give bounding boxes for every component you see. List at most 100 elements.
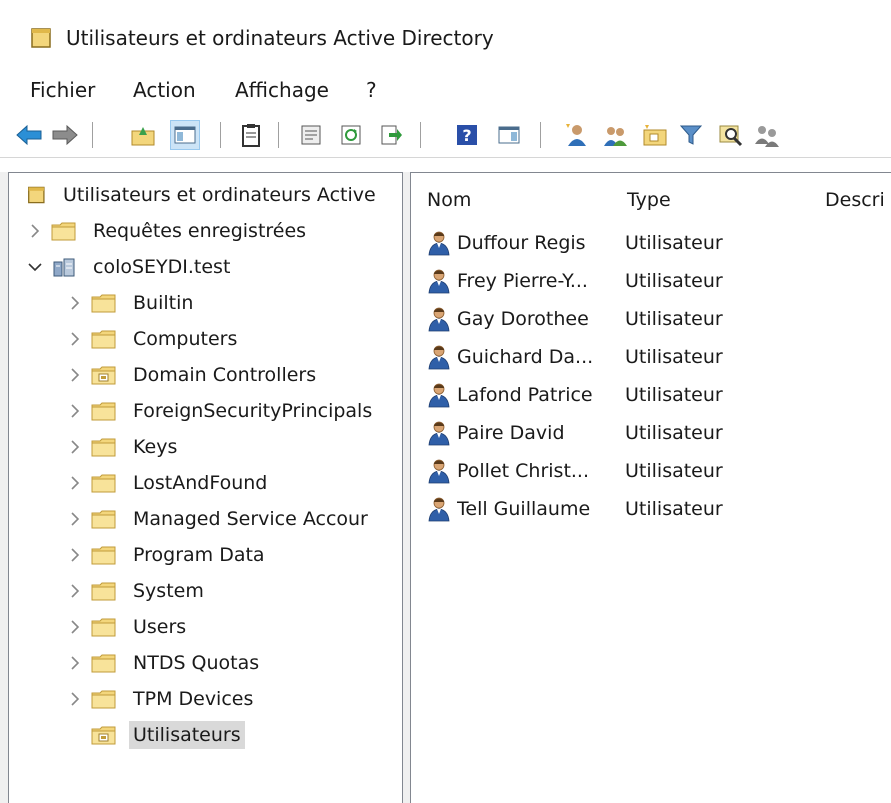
folder-icon <box>91 402 116 421</box>
tree-item-label: System <box>133 580 204 602</box>
tree-item-users[interactable]: Users <box>67 609 190 645</box>
forward-arrow-icon <box>52 124 78 146</box>
back-button[interactable] <box>14 120 44 150</box>
chevron-right-icon[interactable] <box>67 295 83 311</box>
column-header-description[interactable]: Descri <box>825 189 885 211</box>
tree-item-domain[interactable]: coloSEYDI.test <box>27 249 234 285</box>
chevron-right-icon[interactable] <box>27 223 43 239</box>
ad-console-icon <box>31 28 51 48</box>
new-group-button[interactable] <box>600 120 630 150</box>
table-row[interactable]: Paire David Utilisateur <box>427 415 723 451</box>
chevron-right-icon[interactable] <box>67 475 83 491</box>
help-button[interactable]: ? <box>452 120 482 150</box>
tree-item-saved-queries[interactable]: Requêtes enregistrées <box>27 213 310 249</box>
ad-console-icon <box>28 186 45 204</box>
column-header-type[interactable]: Type <box>627 189 671 211</box>
ou-icon <box>91 366 116 385</box>
tree-item-keys[interactable]: Keys <box>67 429 181 465</box>
cell-type: Utilisateur <box>625 422 723 444</box>
folder-icon <box>91 690 116 709</box>
tree-item-managed-service-accour[interactable]: Managed Service Accour <box>67 501 372 537</box>
properties-button[interactable] <box>296 120 326 150</box>
tree-root-label: Utilisateurs et ordinateurs Active <box>63 184 376 206</box>
clipboard-button[interactable] <box>236 120 266 150</box>
cell-type: Utilisateur <box>625 270 723 292</box>
chevron-right-icon[interactable] <box>67 619 83 635</box>
table-row[interactable]: Duffour Regis Utilisateur <box>427 225 723 261</box>
menu-action[interactable]: Action <box>133 78 196 102</box>
tree-item-tpm-devices[interactable]: TPM Devices <box>67 681 257 717</box>
new-ou-button[interactable] <box>640 120 670 150</box>
tree-item-program-data[interactable]: Program Data <box>67 537 269 573</box>
new-user-button[interactable] <box>562 120 592 150</box>
refresh-button[interactable] <box>336 120 366 150</box>
tree-item-label: Builtin <box>133 292 194 314</box>
menu-bar: Fichier Action Affichage ? <box>0 74 891 108</box>
tree-item-utilisateurs[interactable]: Utilisateurs <box>67 717 245 753</box>
cell-name: Gay Dorothee <box>457 308 589 330</box>
tree-item-ntds-quotas[interactable]: NTDS Quotas <box>67 645 263 681</box>
add-to-group-button[interactable] <box>752 120 782 150</box>
pane-splitter[interactable] <box>403 172 410 803</box>
table-row[interactable]: Pollet Christ... Utilisateur <box>427 453 723 489</box>
tree-item-label: TPM Devices <box>133 688 254 710</box>
action-pane-button[interactable] <box>494 120 524 150</box>
folder-icon <box>91 582 116 601</box>
ou-icon <box>91 726 116 745</box>
folder-icon <box>91 474 116 493</box>
folder-icon <box>91 330 116 349</box>
filter-button[interactable] <box>676 120 706 150</box>
cell-name: Duffour Regis <box>457 232 586 254</box>
chevron-right-icon[interactable] <box>67 547 83 563</box>
find-icon <box>719 125 743 147</box>
find-button[interactable] <box>716 120 746 150</box>
cell-name: Pollet Christ... <box>457 460 590 482</box>
export-list-button[interactable] <box>376 120 406 150</box>
add-to-group-icon <box>755 126 779 147</box>
user-icon <box>428 231 450 256</box>
tree-item-system[interactable]: System <box>67 573 208 609</box>
tree-item-foreignsecurityprincipals[interactable]: ForeignSecurityPrincipals <box>67 393 376 429</box>
svg-text:?: ? <box>462 126 471 145</box>
table-row[interactable]: Guichard Da... Utilisateur <box>427 339 723 375</box>
menu-affichage[interactable]: Affichage <box>235 78 329 102</box>
tree-item-label: NTDS Quotas <box>133 652 260 674</box>
chevron-right-icon[interactable] <box>67 655 83 671</box>
menu-fichier[interactable]: Fichier <box>30 78 95 102</box>
table-row[interactable]: Lafond Patrice Utilisateur <box>427 377 723 413</box>
properties-icon <box>301 125 321 145</box>
folder-icon <box>91 438 116 457</box>
user-icon <box>428 307 450 332</box>
cell-type: Utilisateur <box>625 308 723 330</box>
tree-item-computers[interactable]: Computers <box>67 321 241 357</box>
column-header-nom[interactable]: Nom <box>427 189 471 211</box>
chevron-right-icon[interactable] <box>67 583 83 599</box>
tree-item-lostandfound[interactable]: LostAndFound <box>67 465 271 501</box>
chevron-right-icon[interactable] <box>67 439 83 455</box>
user-icon <box>428 345 450 370</box>
cell-name: Paire David <box>457 422 565 444</box>
refresh-icon <box>341 125 361 145</box>
forward-button[interactable] <box>50 120 80 150</box>
chevron-right-icon[interactable] <box>67 691 83 707</box>
table-row[interactable]: Tell Guillaume Utilisateur <box>427 491 723 527</box>
tree-item-domain-controllers[interactable]: Domain Controllers <box>67 357 320 393</box>
table-row[interactable]: Gay Dorothee Utilisateur <box>427 301 723 337</box>
folder-icon <box>51 222 76 241</box>
chevron-down-icon[interactable] <box>27 259 43 275</box>
chevron-right-icon[interactable] <box>67 403 83 419</box>
show-hide-tree-button[interactable] <box>170 120 200 150</box>
chevron-right-icon[interactable] <box>67 511 83 527</box>
cell-type: Utilisateur <box>625 346 723 368</box>
tree-root[interactable]: Utilisateurs et ordinateurs Active <box>27 177 380 213</box>
user-icon <box>428 269 450 294</box>
cell-type: Utilisateur <box>625 460 723 482</box>
menu-help[interactable]: ? <box>366 78 377 102</box>
chevron-right-icon[interactable] <box>67 367 83 383</box>
tree-item-label: LostAndFound <box>133 472 268 494</box>
user-icon <box>428 459 450 484</box>
chevron-right-icon[interactable] <box>67 331 83 347</box>
tree-item-builtin[interactable]: Builtin <box>67 285 197 321</box>
up-folder-button[interactable] <box>128 120 158 150</box>
table-row[interactable]: Frey Pierre-Y... Utilisateur <box>427 263 723 299</box>
